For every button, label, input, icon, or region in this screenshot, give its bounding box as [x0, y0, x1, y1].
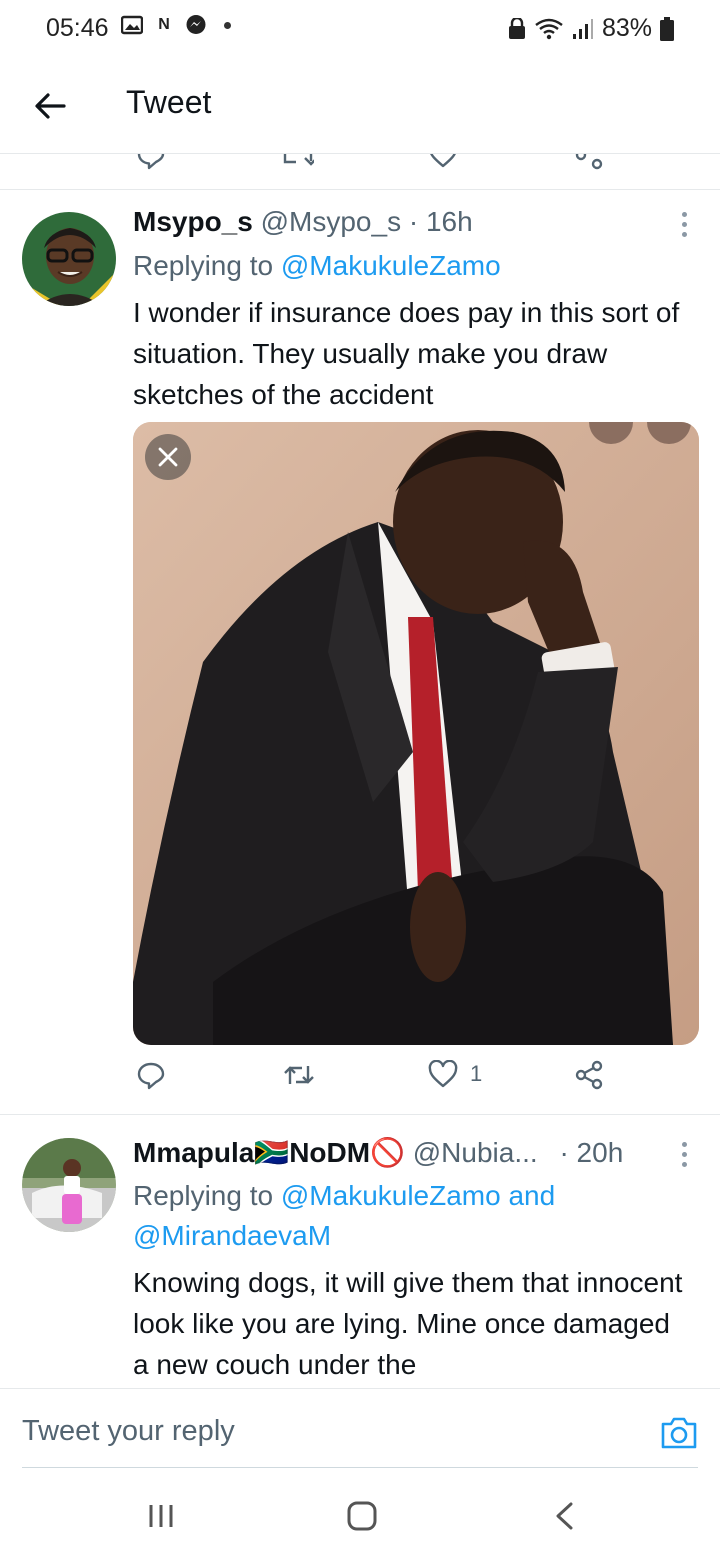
replying-prefix: Replying to [133, 250, 274, 281]
tweet-text: I wonder if insurance does pay in this s… [133, 297, 680, 410]
like-button[interactable] [428, 154, 458, 168]
battery-percent: 83% [601, 14, 652, 42]
heart-icon [428, 1060, 458, 1088]
reply-icon [137, 1062, 165, 1090]
status-bar: 05:46 N 83% [0, 0, 720, 58]
home-button[interactable] [342, 1496, 382, 1536]
n-app-icon: N [158, 16, 170, 33]
reply-input[interactable] [22, 1415, 622, 1448]
replying-prefix: Replying to [133, 1180, 274, 1211]
wifi-icon [535, 18, 563, 39]
previous-tweet-actions [0, 154, 720, 190]
lock-icon [508, 17, 525, 39]
close-media-button[interactable] [145, 434, 191, 480]
notification-icons: N [120, 14, 231, 36]
tweet-divider [0, 1114, 720, 1115]
author-handle[interactable]: @Nubia... [413, 1137, 538, 1168]
share-icon [575, 1060, 603, 1090]
reply-button[interactable] [136, 1060, 166, 1090]
app-header: Tweet [0, 58, 720, 154]
replying-to: Replying to @MakukuleZamo [133, 246, 501, 286]
tweet-actions: 1 [0, 1060, 720, 1100]
tweet-text: Knowing dogs, it will give them that inn… [133, 1267, 683, 1380]
author-name[interactable]: Mmapula🇿🇦NoDM🚫 [133, 1137, 405, 1168]
camera-button[interactable] [660, 1415, 698, 1451]
avatar[interactable] [22, 1138, 116, 1232]
retweet-icon [284, 1066, 314, 1084]
more-notifications-dot [224, 21, 231, 29]
author-name[interactable]: Msypo_s [133, 206, 253, 237]
back-nav-button[interactable] [544, 1496, 584, 1536]
tweet-time: 16h [425, 206, 473, 237]
battery-icon [660, 16, 674, 41]
status-time: 05:46 [46, 14, 109, 42]
tweet-header: Mmapula🇿🇦NoDM🚫 @Nubia... · 20h [133, 1136, 623, 1169]
avatar[interactable] [22, 212, 116, 306]
gallery-icon [120, 14, 144, 36]
status-right: 83% [508, 14, 674, 43]
tweet-time: 20h [576, 1137, 624, 1168]
heart-icon [430, 154, 456, 168]
like-button[interactable]: 1 [428, 1060, 482, 1088]
recent-apps-button[interactable] [141, 1496, 181, 1536]
retweet-button[interactable] [282, 1060, 316, 1090]
retweet-icon [283, 154, 314, 166]
replying-to-link[interactable]: @MakukuleZamo [281, 250, 501, 281]
more-options-button[interactable] [678, 212, 690, 237]
separator-dot: · [408, 206, 419, 237]
share-icon [575, 154, 603, 170]
arrow-left-icon [35, 93, 66, 119]
reply-composer [0, 1388, 720, 1468]
more-options-button[interactable] [678, 1142, 690, 1167]
retweet-button[interactable] [282, 154, 314, 170]
messenger-icon [184, 14, 208, 36]
back-button[interactable] [30, 86, 70, 126]
share-button[interactable] [574, 154, 604, 170]
reply-icon [137, 154, 165, 170]
page-title: Tweet [126, 84, 212, 120]
share-button[interactable] [574, 1060, 604, 1090]
signal-icon [572, 18, 593, 39]
tweet-header: Msypo_s @Msypo_s · 16h [133, 206, 473, 238]
camera-icon [661, 1417, 697, 1449]
home-icon [347, 1501, 377, 1531]
like-count: 1 [470, 1061, 483, 1086]
chevron-left-icon [556, 1502, 573, 1530]
android-nav-bar [0, 1468, 720, 1560]
author-handle[interactable]: @Msypo_s [261, 206, 401, 237]
close-icon [158, 447, 178, 467]
reply-button[interactable] [136, 154, 166, 170]
separator-dot: · [559, 1137, 569, 1168]
recent-apps-icon [149, 1505, 173, 1527]
tweet-media-image[interactable] [133, 422, 699, 1045]
replying-to: Replying to @MakukuleZamo and @Mirandaev… [133, 1176, 693, 1256]
